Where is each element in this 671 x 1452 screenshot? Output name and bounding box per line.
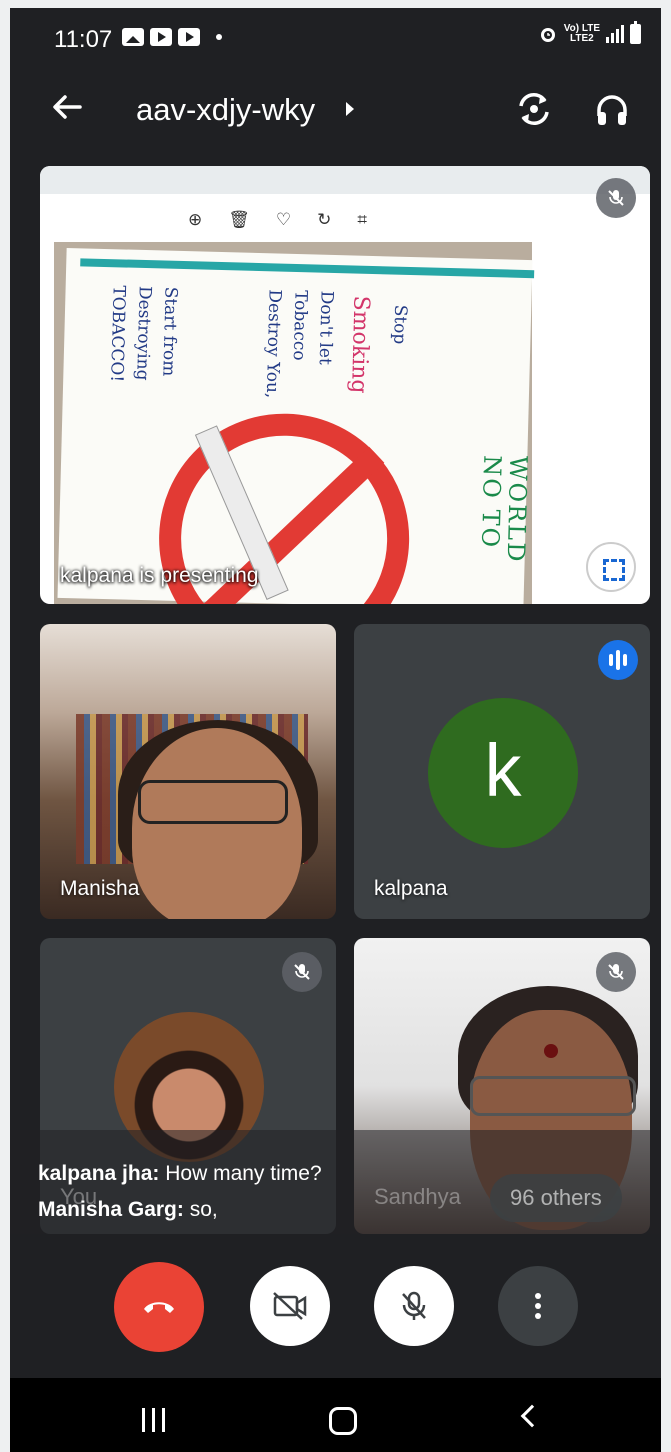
meet-screen: 11:07 Vo) LTE LTE2 aav-xdjy-wky ⊕ 🗑 ♡ ↻ … <box>10 8 661 1452</box>
muted-mic-icon <box>282 952 322 992</box>
camera-toggle-button[interactable] <box>250 1266 330 1346</box>
zoom-icon: ⊕ <box>188 210 203 229</box>
caption-speaker: kalpana jha: <box>38 1162 160 1185</box>
crop-icon: ⌗ <box>357 210 367 229</box>
hang-up-icon <box>144 1302 174 1313</box>
participant-name: Manisha <box>60 877 140 900</box>
back-icon[interactable] <box>520 1404 544 1428</box>
meeting-header: aav-xdjy-wky <box>10 78 661 138</box>
anti-smoking-poster: Stop Smoking Don't let Tobacco Destroy Y… <box>57 247 535 604</box>
caption-line: kalpana jha: How many time? <box>38 1162 322 1186</box>
others-count-button[interactable]: 96 others <box>490 1174 622 1222</box>
status-time: 11:07 <box>54 26 113 53</box>
notification-icons <box>122 28 222 46</box>
participant-tile-kalpana[interactable]: k kalpana <box>354 624 650 919</box>
presentation-topbar <box>40 166 650 194</box>
speaking-indicator-icon <box>598 640 638 680</box>
headphones-icon[interactable] <box>594 92 630 128</box>
poster-dont-let: Don't let Tobacco Destroy You, <box>261 289 337 399</box>
participant-glasses <box>470 1076 636 1116</box>
recent-apps-icon[interactable] <box>140 1408 170 1432</box>
participant-glasses <box>138 780 288 824</box>
more-vert-icon <box>535 1293 541 1319</box>
caption-speaker: Manisha Garg: <box>38 1198 184 1221</box>
more-notifications-dot-icon <box>216 34 222 40</box>
system-navigation-bar <box>10 1378 661 1452</box>
muted-mic-icon <box>596 952 636 992</box>
youtube-notification-icon-2 <box>178 28 200 46</box>
camera-off-icon <box>273 1292 307 1320</box>
network-type-bottom: LTE2 <box>569 33 594 44</box>
signal-strength-icon <box>606 25 624 43</box>
status-bar: 11:07 Vo) LTE LTE2 <box>10 8 661 68</box>
participant-tile-manisha[interactable]: Manisha <box>40 624 336 919</box>
battery-icon <box>630 21 641 44</box>
participant-name: kalpana <box>374 877 448 900</box>
participant-name-sandhya: Sandhya <box>374 1184 461 1209</box>
muted-mic-icon <box>596 178 636 218</box>
microphone-toggle-button[interactable] <box>374 1266 454 1346</box>
rotate-icon: ↻ <box>317 210 332 229</box>
system-status-icons: Vo) LTE LTE2 <box>538 21 641 44</box>
meeting-details-caret-icon[interactable] <box>346 102 354 116</box>
caption-text: How many time? <box>165 1162 322 1185</box>
poster-smoking: Smoking <box>345 295 374 394</box>
back-arrow-icon[interactable] <box>50 92 90 122</box>
participant-bindi <box>544 1044 558 1058</box>
more-options-button[interactable] <box>498 1266 578 1346</box>
poster-stop: Stop <box>389 304 411 345</box>
caption-line: Manisha Garg: so, <box>38 1198 218 1222</box>
gallery-notification-icon <box>122 28 144 46</box>
poster-border <box>80 258 535 279</box>
youtube-notification-icon <box>150 28 172 46</box>
poster-start-from: Start from Destroying TOBACCO! <box>106 285 181 383</box>
delete-icon: 🗑 <box>228 210 250 229</box>
favorite-icon: ♡ <box>275 210 292 229</box>
avatar: k <box>428 698 578 848</box>
switch-camera-icon[interactable] <box>514 90 554 128</box>
viewer-toolbar: ⊕ 🗑 ♡ ↻ ⌗ <box>188 210 367 230</box>
poster-world-no-tobacco: WORLD NO TO <box>475 454 533 564</box>
presentation-tile[interactable]: ⊕ 🗑 ♡ ↻ ⌗ Stop Smoking Don't let Tobacco… <box>40 166 650 604</box>
fullscreen-icon[interactable] <box>586 542 636 592</box>
call-controls <box>10 1262 661 1356</box>
alarm-icon <box>540 28 555 42</box>
caption-text: so, <box>189 1198 218 1221</box>
presenting-label: kalpana is presenting <box>60 564 259 587</box>
mic-off-icon <box>402 1291 426 1320</box>
network-type: Vo) LTE LTE2 <box>564 24 600 44</box>
home-icon[interactable] <box>329 1407 357 1435</box>
meeting-code[interactable]: aav-xdjy-wky <box>136 92 315 128</box>
end-call-button[interactable] <box>114 1262 204 1352</box>
